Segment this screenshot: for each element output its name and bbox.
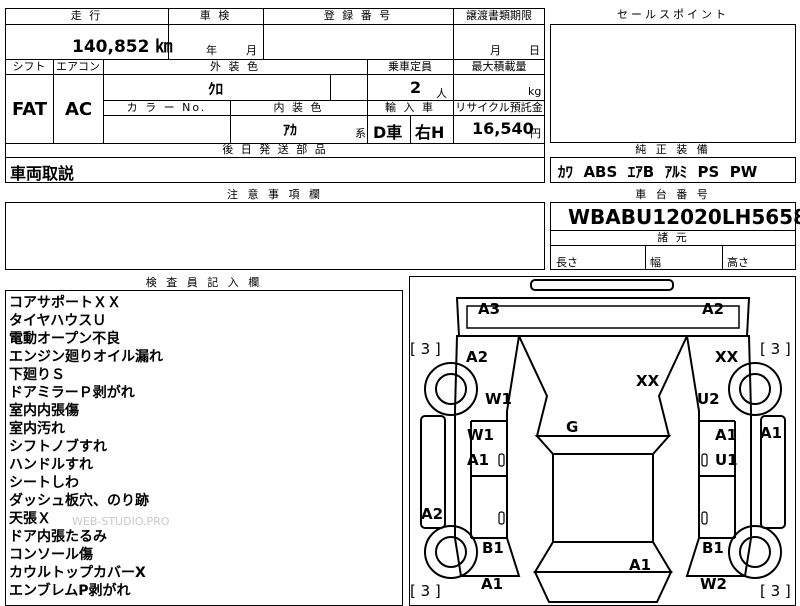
- exterior-color-value: ｸﾛ: [208, 80, 224, 98]
- inspector-note: ドア内張たるみ: [9, 529, 107, 545]
- dims-height: 高さ: [727, 256, 749, 269]
- inspector-note: 下廻りＳ: [9, 367, 65, 383]
- inspector-note: 電動オープン不良: [9, 331, 121, 347]
- code-rl-wheel: B1: [482, 539, 504, 557]
- recycle-value: 16,540: [472, 119, 534, 138]
- code-left-front-door-2: A1: [467, 451, 490, 469]
- genuine-equipment-value: ｶﾜ ABS ｴｱB ｱﾙﾐ PS PW: [558, 163, 758, 181]
- caution-label: 注 意 事 項 欄: [5, 188, 545, 203]
- dims-length: 長さ: [556, 256, 578, 269]
- shift-label: シフト: [12, 60, 46, 73]
- handle-value: 右H: [415, 123, 445, 142]
- front-bumper-outline: [530, 279, 674, 291]
- hood-outline: [517, 335, 689, 437]
- transfer-month: 月: [490, 44, 501, 57]
- inspector-note: カウルトップカバーX: [9, 565, 146, 581]
- aircon-value: AC: [65, 99, 93, 120]
- code-fr-wheel: U2: [697, 390, 720, 408]
- code-left-rear-side: A2: [421, 505, 444, 523]
- code-roof: G: [566, 418, 579, 436]
- code-rear-right-bumper: W2: [700, 575, 727, 593]
- sales-point-label: セールスポイント: [550, 8, 796, 25]
- capacity-label: 乗車定員: [388, 60, 432, 73]
- import-label: 輸 入 車: [385, 101, 435, 114]
- inspector-notes-list: コアサポートＸＸ タイヤハウスＵ 電動オープン不良エンジン廻りオイル漏れ 下廻りＳ ドア…: [9, 294, 399, 600]
- import-value: D車: [373, 123, 403, 142]
- inspection-month: 月: [246, 44, 257, 57]
- code-rl-tire: [ 3 ]: [410, 582, 441, 600]
- chassis-number: WBABU12020LH56587: [568, 205, 800, 229]
- code-rr-tire: [ 3 ]: [760, 582, 791, 600]
- inspector-note: ハンドルすれ: [9, 457, 93, 473]
- inspector-note: タイヤハウスＵ: [9, 313, 107, 329]
- mileage-value: 140,852 ㎞: [72, 37, 173, 57]
- mileage-label: 走 行: [70, 9, 103, 22]
- dims-width: 幅: [650, 256, 661, 269]
- code-left-front-door-1: W1: [467, 426, 494, 444]
- code-hood: XX: [636, 372, 660, 390]
- interior-color-label: 内 装 色: [273, 101, 324, 114]
- code-front-right-corner: A2: [702, 300, 725, 318]
- recycle-unit: 円: [530, 127, 541, 140]
- code-right-front-door-1: A1: [715, 426, 738, 444]
- vehicle-info-table: [5, 8, 545, 158]
- parts-label: 後 日 発 送 部 品: [222, 143, 328, 156]
- code-rr-wheel: B1: [702, 539, 724, 557]
- max-load-label: 最大積載量: [471, 60, 527, 73]
- code-fr-fender: XX: [715, 348, 739, 366]
- code-right-side: A1: [760, 424, 783, 442]
- transfer-day: 日: [529, 44, 540, 57]
- inspector-note: コアサポートＸＸ: [9, 295, 121, 311]
- aircon-label: エアコン: [56, 60, 100, 73]
- capacity-unit: 人: [436, 87, 447, 100]
- inspector-note: シフトノブすれ: [9, 439, 107, 455]
- max-load-unit: kg: [528, 85, 542, 98]
- sales-point-box: [550, 8, 796, 143]
- inspector-note: コンソール傷: [9, 547, 93, 563]
- inspector-note: 室内汚れ: [9, 421, 65, 437]
- inspector-note: エンブレムP剥がれ: [9, 583, 131, 599]
- inspector-label: 検 査 員 記 入 欄: [5, 276, 403, 291]
- inspector-note: ドアミラーＰ剥がれ: [9, 385, 135, 401]
- code-fl-fender: A2: [466, 348, 489, 366]
- parts-value: 車両取説: [10, 164, 75, 183]
- registration-label: 登 録 番 号: [323, 9, 393, 22]
- inspector-note: シートしわ: [9, 475, 79, 491]
- code-front-left-corner: A3: [478, 300, 501, 318]
- genuine-equipment-label: 純 正 装 備: [550, 143, 796, 158]
- watermark: WEB-STUDIO.PRO: [72, 515, 170, 528]
- interior-color-value: ｱｶ: [283, 123, 297, 139]
- code-rear-left-bumper: A1: [481, 575, 504, 593]
- recycle-label: リサイクル預託金: [455, 101, 543, 114]
- code-right-front-door-2: U1: [715, 451, 738, 469]
- interior-suffix: 系: [355, 127, 366, 140]
- capacity-value: 2: [410, 78, 422, 97]
- trunk-outline: [533, 571, 673, 603]
- code-fl-wheel: W1: [485, 390, 512, 408]
- color-no-label: カ ラ ー No.: [126, 101, 207, 114]
- inspector-note: 室内内張傷: [9, 403, 79, 419]
- code-fl-tire: [ 3 ]: [410, 340, 441, 358]
- code-trunk: A1: [629, 556, 652, 574]
- inspection-label: 車 検: [199, 9, 232, 22]
- inspector-note: エンジン廻りオイル漏れ: [9, 349, 163, 365]
- code-fr-tire: [ 3 ]: [760, 340, 791, 358]
- roof-outline: [552, 453, 654, 543]
- inspector-note: ダッシュ板穴、のり跡: [9, 493, 149, 509]
- parts-box: [5, 157, 545, 183]
- inspection-year: 年: [206, 44, 217, 57]
- shift-value: FAT: [12, 99, 48, 120]
- dims-label: 諸 元: [657, 231, 689, 244]
- inspector-note: 天張Ｘ: [9, 511, 51, 527]
- exterior-color-label: 外 装 色: [210, 60, 260, 73]
- transfer-deadline-label: 譲渡書類期限: [466, 9, 532, 22]
- chassis-label: 車 台 番 号: [550, 188, 796, 203]
